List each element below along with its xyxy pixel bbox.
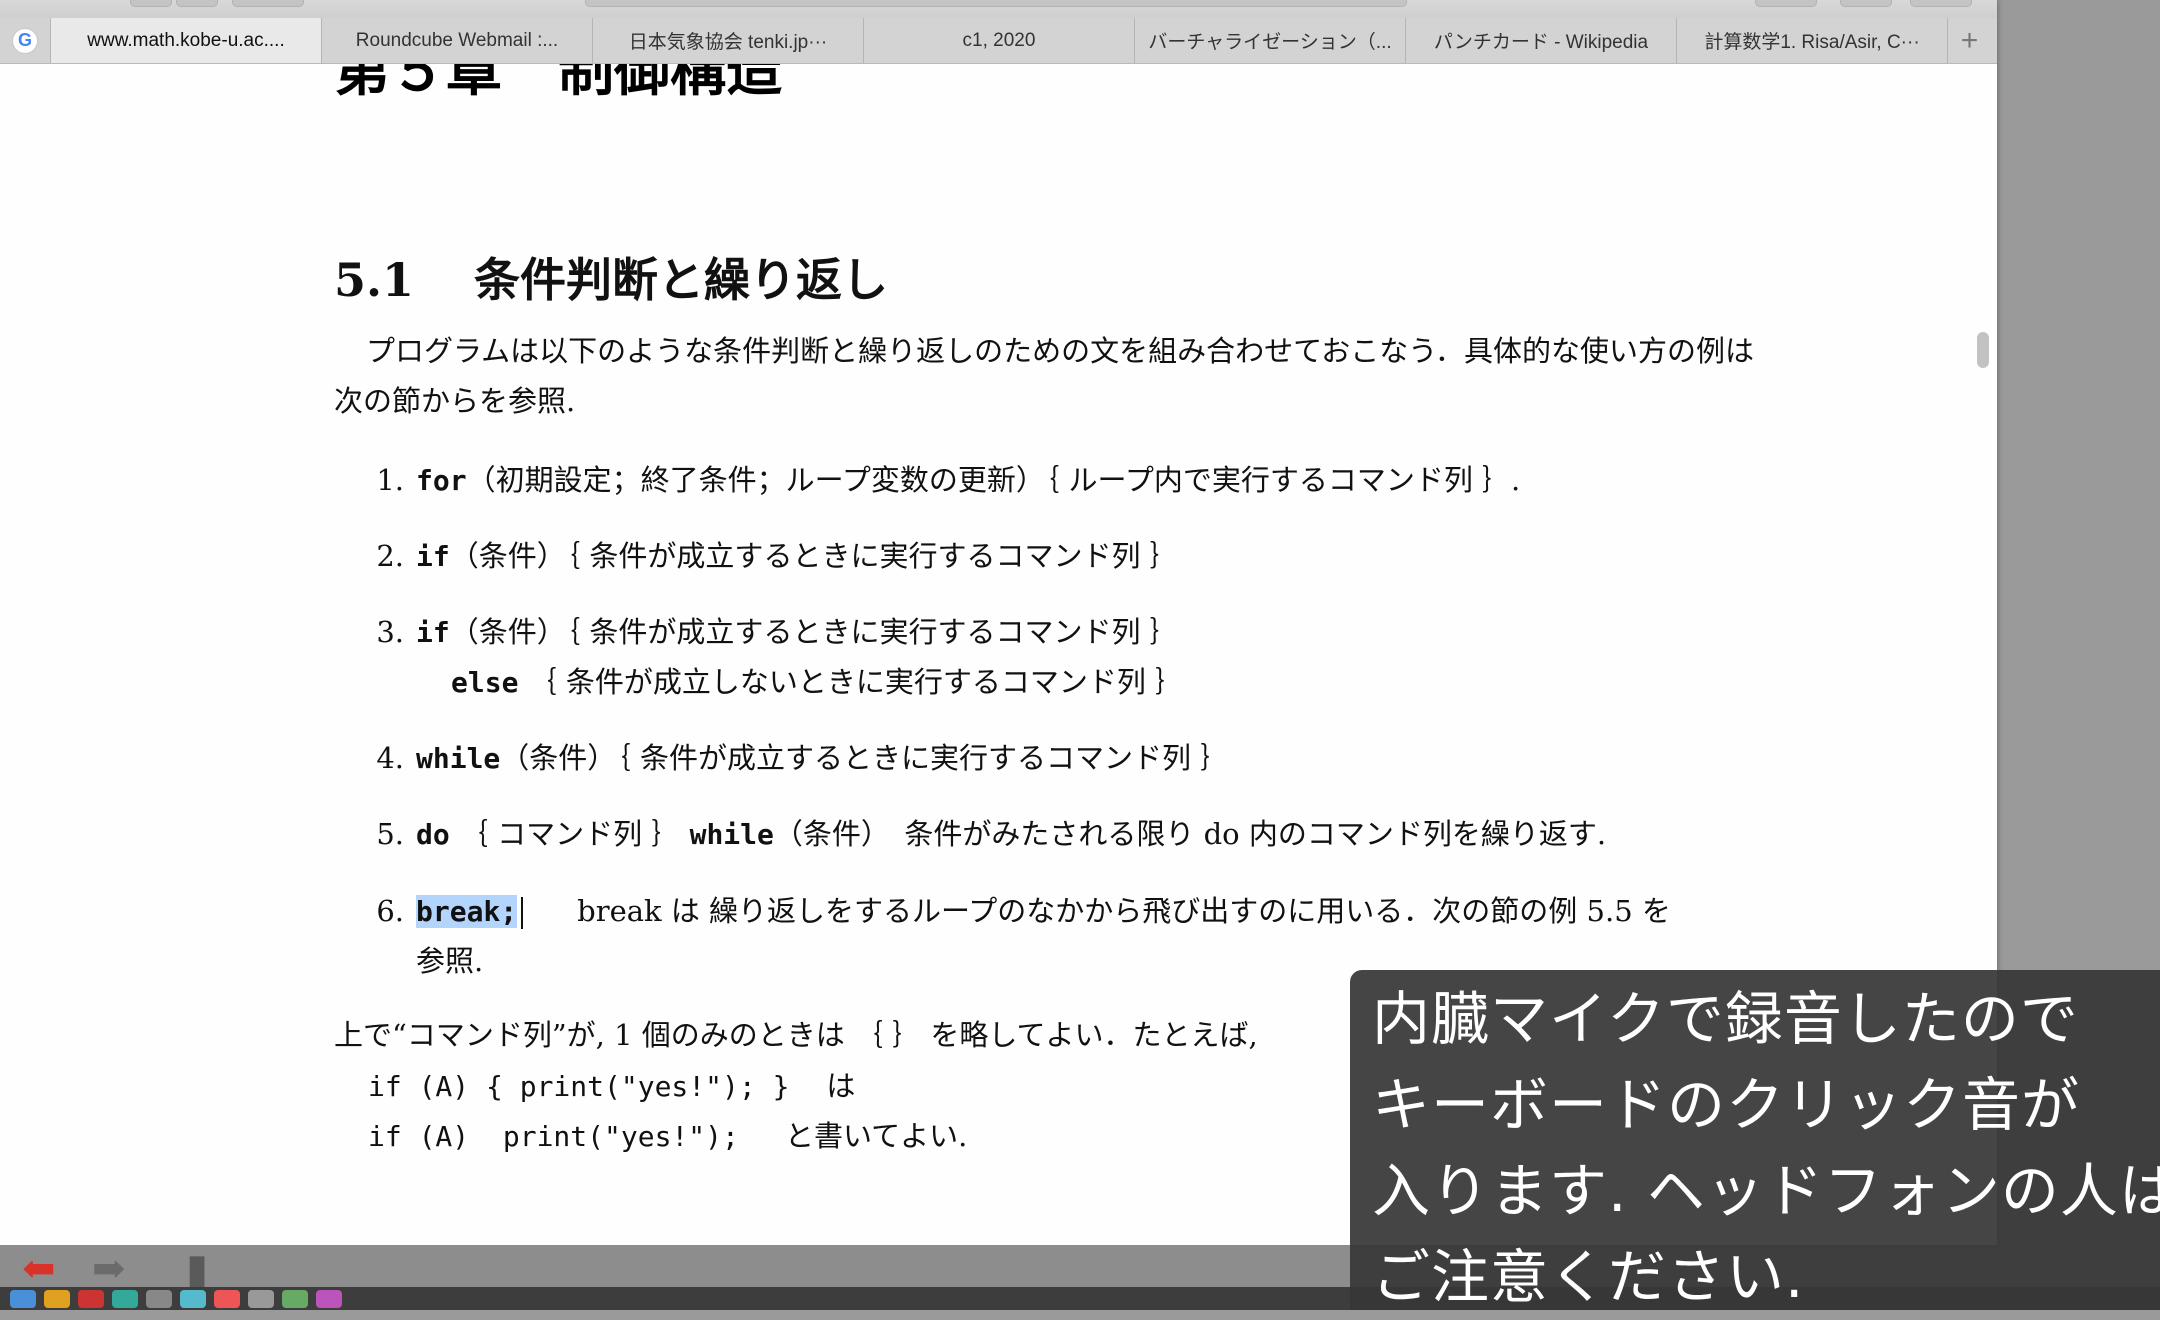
subtitle-caption: 内臓マイクで録音したので キーボードのクリック音が 入ります. ヘッドフォンの人…	[1350, 970, 2160, 1311]
list-number: 6.	[376, 894, 404, 928]
toolbar-button-edge[interactable]	[1755, 0, 1817, 7]
tab-punch-card[interactable]: パンチカード - Wikipedia	[1406, 18, 1677, 63]
keyword: while	[689, 818, 774, 851]
toolbar-button-edge[interactable]	[130, 0, 172, 7]
tab-roundcube[interactable]: Roundcube Webmail :...	[322, 18, 593, 63]
list-item: 1. for（初期設定；終了条件；ループ変数の更新）｛ ループ内で実行するコマンド…	[334, 455, 1520, 506]
dock-app-icon[interactable]	[112, 1289, 138, 1308]
section-heading: 5.1 条件判断と繰り返し	[334, 244, 888, 310]
undo-arrow-icon[interactable]: ⬅	[22, 1249, 56, 1289]
item-text: （条件） 条件がみたされる限り do 内のコマンド列を繰り返す.	[773, 817, 1607, 851]
tab-bar: G www.math.kobe-u.ac.... Roundcube Webma…	[0, 18, 1997, 64]
item-text: （初期設定；終了条件；ループ変数の更新）｛ ループ内で実行するコマンド列 ｝.	[466, 463, 1521, 497]
dock-app-icon[interactable]	[146, 1289, 172, 1308]
annotation-toolbar: ⬅ ➡ ▮	[0, 1245, 1350, 1289]
chapter-title: 第５章 制御構造	[334, 64, 782, 104]
item-text: （条件）｛ 条件が成立するときに実行するコマンド列 ｝	[449, 539, 1179, 573]
intro-paragraph: プログラムは以下のような条件判断と繰り返しのための文を組み合わせておこなう．具体…	[334, 334, 1754, 418]
caption-line: ご注意ください.	[1372, 1243, 1805, 1311]
caption-line: キーボードのクリック音が	[1372, 1071, 2081, 1139]
code-example-line: if (A) print("yes!"); と書いてよい.	[368, 1111, 967, 1162]
code-example-line: if (A) { print("yes!"); } は	[368, 1061, 855, 1112]
dock-app-icon[interactable]	[10, 1289, 36, 1308]
tab-risa-asir[interactable]: 計算数学1. Risa/Asir, C···	[1677, 18, 1948, 63]
item-text: ｛ 条件が成立しないときに実行するコマンド列 ｝	[527, 665, 1185, 699]
note-paragraph: 上で“コマンド列”が, 1 個のみのときは ｛ ｝ を略してよい．たとえば,	[334, 1018, 1258, 1052]
section-number: 5.1	[334, 253, 415, 307]
tab-virtualization[interactable]: バーチャライゼーション（...	[1135, 18, 1406, 63]
list-item-continuation: 参照.	[416, 944, 484, 978]
code-suffix: は	[826, 1069, 856, 1103]
item-text: break は 繰り返しをするループのなかから飛び出すのに用いる．次の節の例 5…	[577, 894, 1671, 928]
dock-app-icon[interactable]	[214, 1289, 240, 1308]
google-icon: G	[12, 27, 38, 54]
new-tab-button[interactable]: +	[1948, 18, 1991, 63]
keyword: if	[416, 616, 450, 649]
list-item: 2. if（条件）｛ 条件が成立するときに実行するコマンド列 ｝	[334, 531, 1179, 582]
tab-c1-2020[interactable]: c1, 2020	[864, 18, 1135, 63]
list-number: 1.	[376, 463, 404, 497]
list-number: 2.	[376, 539, 404, 573]
list-item: 5. do ｛ コマンド列 ｝ while（条件） 条件がみたされる限り do 内…	[334, 809, 1606, 860]
code-text: if (A) print("yes!");	[368, 1120, 739, 1153]
list-number: 5.	[376, 817, 404, 851]
toolbar-button-edge[interactable]	[1910, 0, 1972, 7]
dock-app-icon[interactable]	[248, 1289, 274, 1308]
selected-keyword[interactable]: break;	[416, 895, 518, 928]
keyword: if	[416, 540, 450, 573]
list-item-continuation: else ｛ 条件が成立しないときに実行するコマンド列 ｝	[451, 657, 1184, 708]
text-cursor-icon	[521, 897, 524, 929]
caption-line: 内臓マイクで録音したので	[1372, 985, 2079, 1053]
list-item: 3. if（条件）｛ 条件が成立するときに実行するコマンド列 ｝	[334, 607, 1179, 658]
keyword: else	[451, 666, 519, 699]
keyword: do	[416, 818, 450, 851]
list-item: 4. while（条件）｛ 条件が成立するときに実行するコマンド列 ｝	[334, 733, 1229, 784]
dock-app-icon[interactable]	[282, 1289, 308, 1308]
toolbar-button-edge[interactable]	[1840, 0, 1892, 7]
tab-kobe-u[interactable]: www.math.kobe-u.ac....	[51, 18, 322, 63]
dock-app-icon[interactable]	[44, 1289, 70, 1308]
vertical-scrollbar-thumb[interactable]	[1977, 332, 1989, 368]
pinned-tab-google[interactable]: G	[0, 18, 51, 63]
eraser-icon[interactable]: ▮	[186, 1249, 208, 1289]
section-title: 条件判断と繰り返し	[474, 253, 888, 307]
redo-arrow-icon[interactable]: ➡	[92, 1249, 126, 1289]
dock-app-icon[interactable]	[180, 1289, 206, 1308]
toolbar-button-edge[interactable]	[232, 0, 304, 7]
dock-app-icon[interactable]	[316, 1289, 342, 1308]
code-text: if (A) { print("yes!"); }	[368, 1070, 790, 1103]
item-text: ｛ コマンド列 ｝	[458, 817, 681, 851]
toolbar-top-edge	[0, 0, 1997, 18]
toolbar-button-edge[interactable]	[176, 0, 218, 7]
tab-tenki[interactable]: 日本気象協会 tenki.jp···	[593, 18, 864, 63]
dock-app-icon[interactable]	[78, 1289, 104, 1308]
caption-line: 入ります. ヘッドフォンの人は	[1372, 1157, 2160, 1225]
keyword: while	[416, 742, 501, 775]
address-bar-edge[interactable]	[585, 0, 1407, 7]
list-item: 6. break; break は 繰り返しをするループのなかから飛び出すのに用いる…	[334, 886, 1671, 937]
item-text: （条件）｛ 条件が成立するときに実行するコマンド列 ｝	[500, 741, 1230, 775]
keyword: for	[416, 464, 467, 497]
code-suffix: と書いてよい.	[784, 1119, 968, 1153]
item-text: （条件）｛ 条件が成立するときに実行するコマンド列 ｝	[449, 615, 1179, 649]
list-number: 4.	[376, 741, 404, 775]
list-number: 3.	[376, 615, 404, 649]
